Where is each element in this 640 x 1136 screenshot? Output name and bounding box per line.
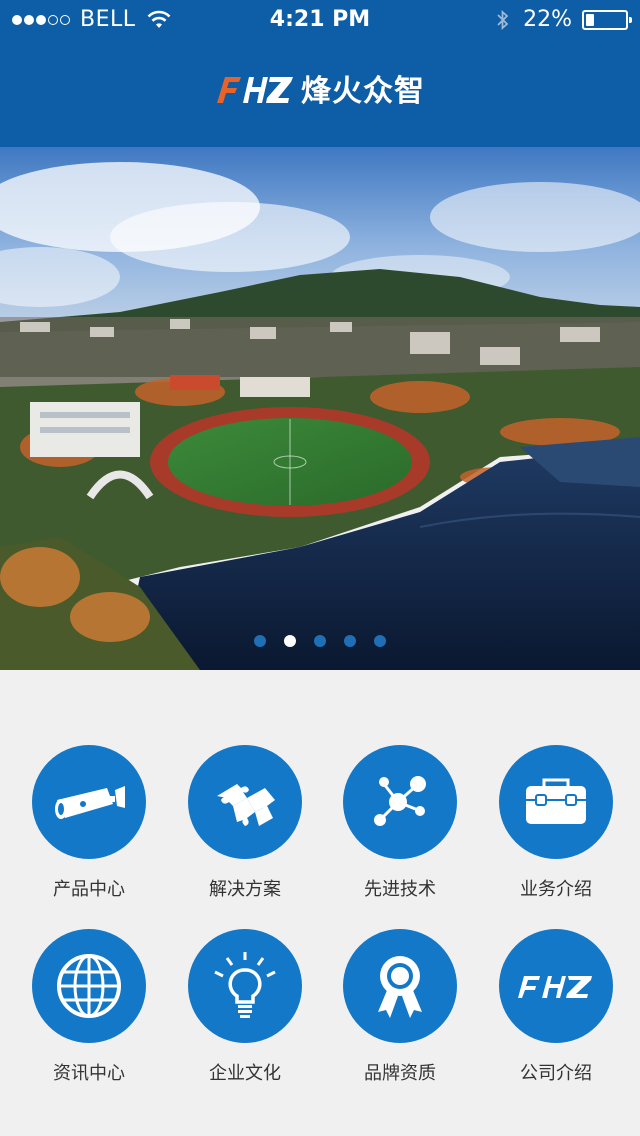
battery-tip (629, 16, 632, 23)
carousel-dot[interactable] (284, 635, 296, 647)
grid-item-label: 解决方案 (209, 879, 281, 900)
battery-percent: 22% (523, 7, 572, 32)
company-logo-circle[interactable] (499, 929, 613, 1043)
bluetooth-icon (497, 9, 509, 30)
grid-item-label: 企业文化 (209, 1063, 281, 1084)
campus-aerial-image (0, 147, 640, 670)
carousel-dot[interactable] (254, 635, 266, 647)
grid-item-products[interactable]: 产品中心 (11, 745, 167, 915)
status-right: 22% (495, 7, 632, 32)
globe-circle[interactable] (32, 929, 146, 1043)
camera-circle[interactable] (32, 745, 146, 859)
grid-item-label: 资讯中心 (53, 1063, 125, 1084)
globe-icon (57, 954, 121, 1018)
app-header: BELL 4:21 PM 22% 烽火众智 (0, 0, 640, 147)
fhz-logo-icon (518, 976, 592, 998)
grid-item-business[interactable]: 业务介绍 (478, 745, 634, 915)
grid-item-label: 品牌资质 (364, 1063, 436, 1084)
grid-item-solutions[interactable]: 解决方案 (167, 745, 323, 915)
brand-name: 烽火众智 (301, 74, 425, 109)
grid-item-culture[interactable]: 企业文化 (167, 929, 323, 1099)
grid-item-label: 公司介绍 (520, 1063, 592, 1084)
carousel-dot[interactable] (374, 635, 386, 647)
lightbulb-icon (214, 952, 276, 1018)
brand-logo: 烽火众智 (0, 66, 640, 110)
award-icon (378, 956, 422, 1018)
puzzle-icon (217, 784, 275, 826)
camera-icon (55, 786, 125, 819)
battery-icon (582, 9, 632, 30)
carousel-dot[interactable] (314, 635, 326, 647)
award-circle[interactable] (343, 929, 457, 1043)
grid-item-news[interactable]: 资讯中心 (11, 929, 167, 1099)
battery-fill (586, 13, 595, 26)
grid-item-label: 业务介绍 (520, 879, 592, 900)
feature-grid: 产品中心 解决方案 先进技术 业务介绍 资讯中心 企业文化 品牌资质 公司介绍 (0, 670, 640, 1136)
carousel-dot[interactable] (344, 635, 356, 647)
briefcase-circle[interactable] (499, 745, 613, 859)
banner-carousel[interactable] (0, 147, 640, 670)
puzzle-circle[interactable] (188, 745, 302, 859)
carousel-indicators (0, 635, 640, 647)
lightbulb-circle[interactable] (188, 929, 302, 1043)
grid-item-company[interactable]: 公司介绍 (478, 929, 634, 1099)
grid-item-technology[interactable]: 先进技术 (322, 745, 478, 915)
grid-item-label: 先进技术 (364, 879, 436, 900)
molecule-icon (374, 776, 426, 826)
grid-item-label: 产品中心 (53, 879, 125, 900)
briefcase-icon (526, 778, 586, 824)
molecule-circle[interactable] (343, 745, 457, 859)
grid-item-brand[interactable]: 品牌资质 (322, 929, 478, 1099)
status-bar: BELL 4:21 PM 22% (0, 0, 640, 40)
fhz-logo-icon (217, 77, 293, 103)
